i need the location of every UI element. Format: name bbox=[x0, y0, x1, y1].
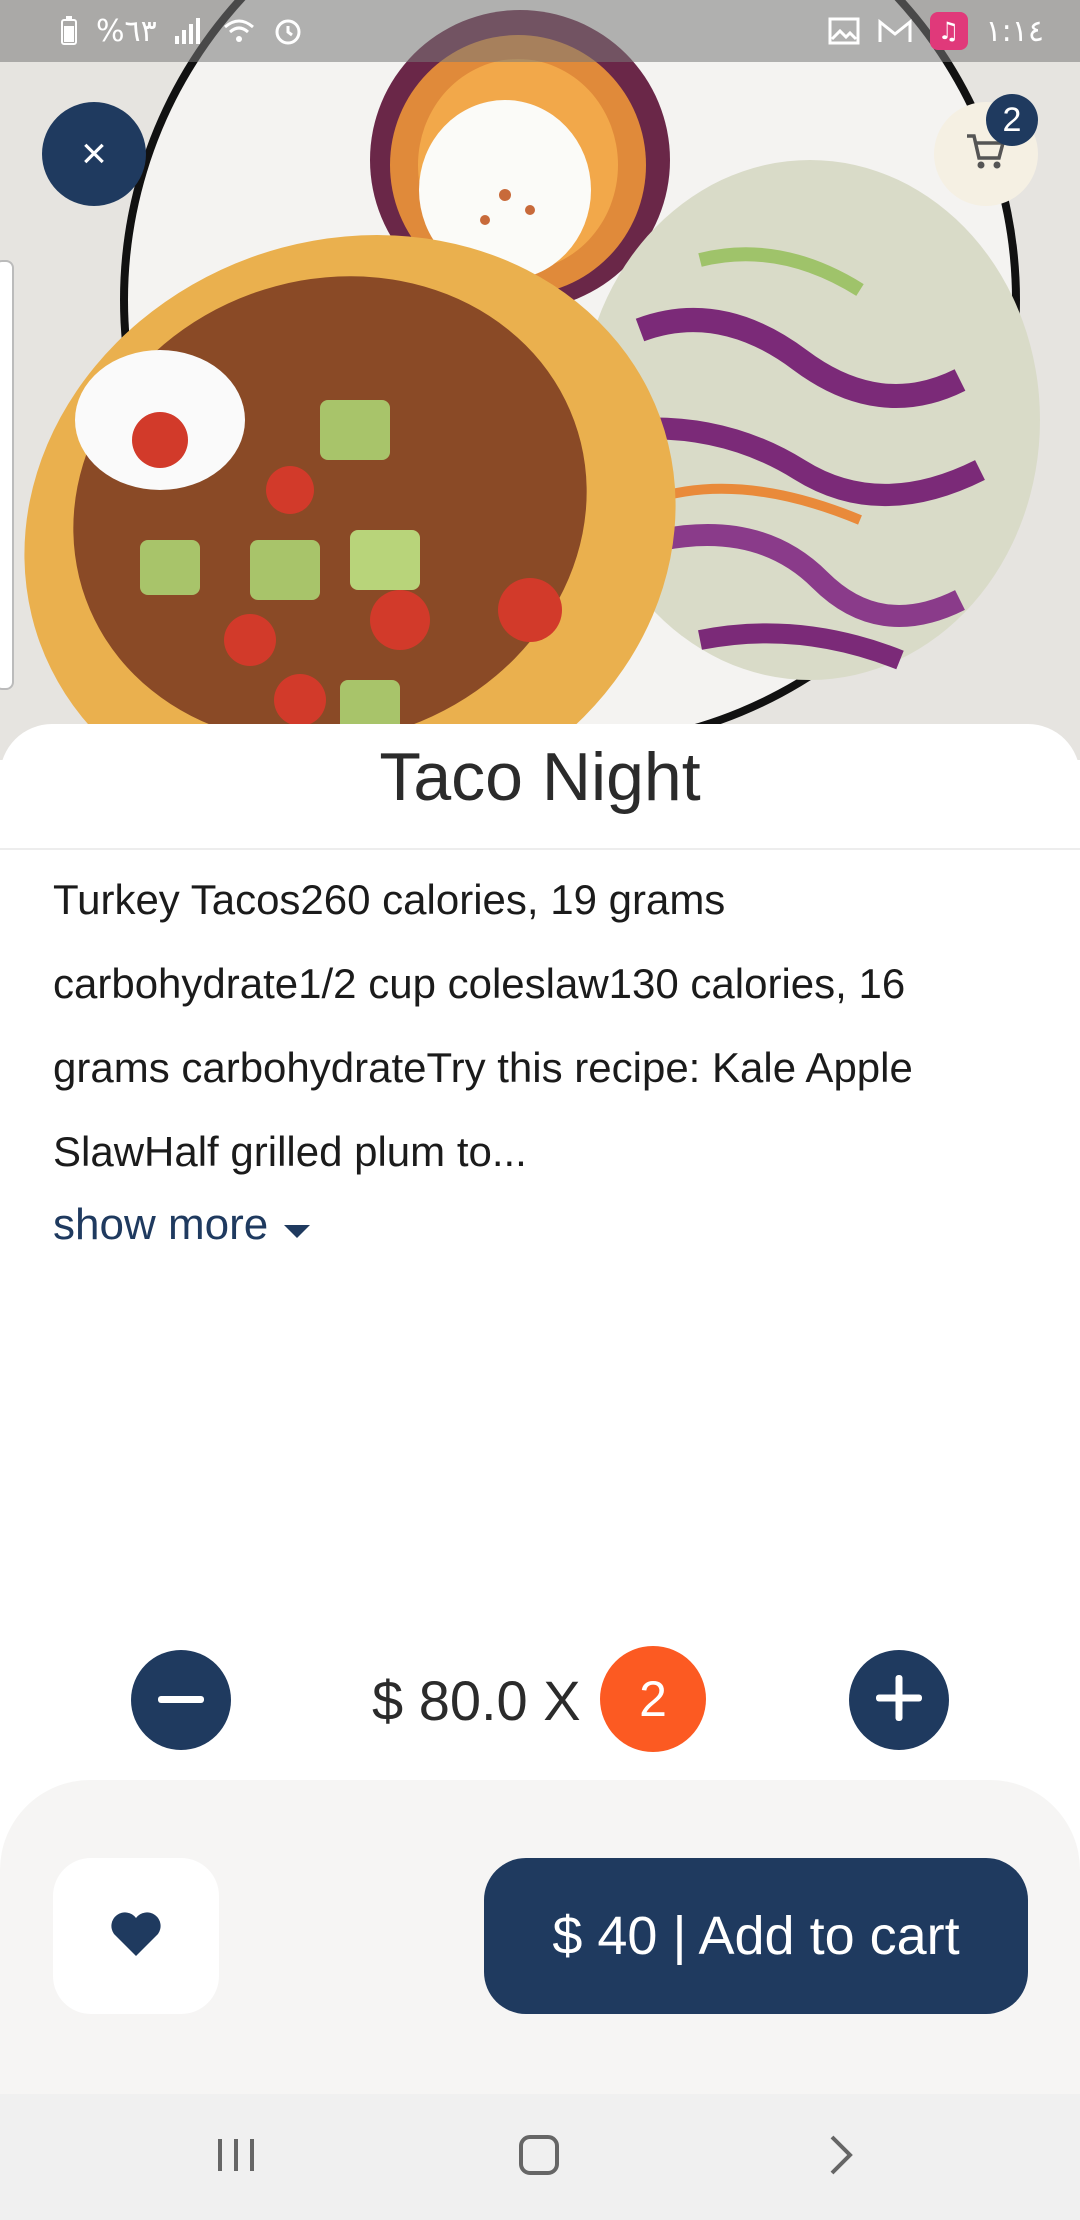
gallery-icon bbox=[828, 17, 860, 45]
product-description: Turkey Tacos260 calories, 19 grams carbo… bbox=[53, 876, 913, 1175]
show-more-label: show more bbox=[53, 1200, 269, 1249]
product-image bbox=[0, 0, 1080, 760]
cart-count-badge: 2 bbox=[986, 94, 1038, 146]
close-button[interactable]: × bbox=[42, 102, 146, 206]
unit-price: $ 80.0 X bbox=[372, 1668, 581, 1732]
battery-icon bbox=[60, 16, 78, 46]
heart-icon bbox=[109, 1910, 163, 1963]
decrease-quantity-button[interactable] bbox=[131, 1650, 231, 1750]
back-icon bbox=[828, 2135, 854, 2180]
gmail-icon bbox=[878, 18, 912, 44]
side-handle[interactable] bbox=[0, 260, 14, 690]
battery-percent: %٦٣ bbox=[96, 13, 157, 49]
show-more-button[interactable]: show more bbox=[53, 1200, 311, 1250]
home-icon bbox=[518, 2134, 560, 2181]
favorite-button[interactable] bbox=[53, 1858, 219, 2014]
signal-icon bbox=[174, 18, 205, 44]
close-icon: × bbox=[81, 129, 107, 178]
status-bar: %٦٣ ♫ ١:١٤ bbox=[0, 0, 1080, 62]
status-time: ١:١٤ bbox=[985, 13, 1044, 49]
music-icon: ♫ bbox=[929, 12, 968, 50]
recent-apps-icon bbox=[216, 2137, 256, 2178]
recent-apps-button[interactable] bbox=[166, 2094, 306, 2220]
alarm-icon bbox=[273, 16, 303, 46]
wifi-icon bbox=[223, 18, 255, 44]
system-navigation-bar bbox=[0, 2094, 1080, 2220]
caret-down-icon bbox=[284, 1200, 311, 1250]
quantity-count: 2 bbox=[600, 1646, 706, 1752]
add-to-cart-button[interactable]: $ 40 | Add to cart bbox=[484, 1858, 1028, 2014]
increase-quantity-button[interactable] bbox=[849, 1650, 949, 1750]
status-right: ♫ ١:١٤ bbox=[828, 12, 1044, 50]
page-title: Taco Night bbox=[379, 739, 701, 815]
plus-icon bbox=[876, 1674, 922, 1726]
status-left: %٦٣ bbox=[60, 14, 303, 49]
back-button[interactable] bbox=[771, 2094, 911, 2220]
minus-icon bbox=[158, 1691, 204, 1709]
divider bbox=[0, 848, 1080, 850]
home-button[interactable] bbox=[469, 2094, 609, 2220]
add-to-cart-label: $ 40 | Add to cart bbox=[552, 1906, 960, 1966]
